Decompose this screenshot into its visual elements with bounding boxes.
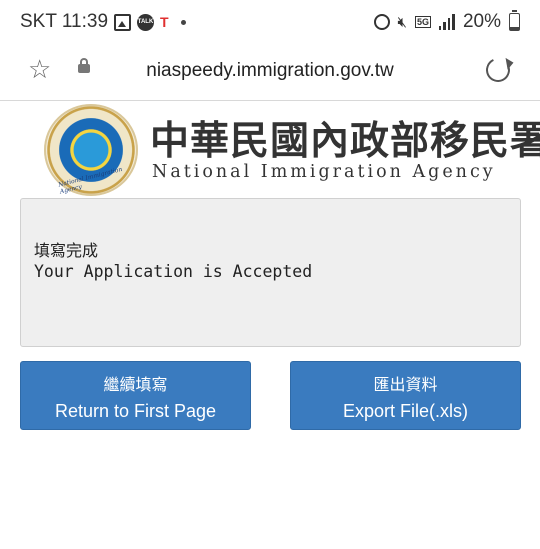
status-right: 🔇︎ 5G 20% — [373, 10, 520, 33]
export-button-label-zh: 匯出資料 — [373, 375, 438, 394]
battery-icon — [509, 10, 520, 31]
more-notifications-icon — [180, 19, 186, 25]
signal-icon — [438, 14, 455, 30]
agency-title-zh: 中華民國內政部移民署 — [150, 118, 540, 164]
gallery-icon — [114, 13, 132, 31]
agency-title-en: National Immigration Agency — [152, 162, 496, 182]
status-bar: SKT 11:39 TALK T 🔇︎ 5G 20% — [0, 0, 540, 44]
alarm-icon — [373, 14, 390, 30]
return-first-page-button[interactable]: 繼續填寫 Return to First Page — [20, 361, 251, 430]
result-message-en: Your Application is Accepted — [34, 262, 313, 281]
export-file-button[interactable]: 匯出資料 Export File(.xls) — [290, 361, 521, 430]
emblem-text: National Immigration Agency — [57, 165, 124, 196]
carrier-time: SKT 11:39 — [20, 11, 109, 32]
agency-header: National Immigration Agency 中華民國內政部移民署 N… — [44, 104, 540, 196]
return-button-label-zh: 繼續填寫 — [103, 375, 168, 394]
mute-icon: 🔇︎ — [397, 13, 407, 31]
battery-level: 20% — [462, 11, 501, 32]
address-bar: ☆ niaspeedy.immigration.gov.tw — [0, 44, 540, 101]
result-message-zh: 填寫完成 — [34, 241, 99, 260]
export-button-label-en: Export File(.xls) — [342, 401, 468, 421]
status-left: SKT 11:39 TALK T — [20, 11, 186, 33]
result-panel: 填寫完成 Your Application is Accepted — [20, 198, 521, 347]
network-icon: 5G — [414, 16, 431, 28]
agency-emblem: National Immigration Agency — [44, 104, 138, 196]
talk-icon: TALK — [137, 13, 155, 31]
notification-icon: T — [160, 13, 169, 30]
return-button-label-en: Return to First Page — [54, 401, 217, 421]
url-text[interactable]: niaspeedy.immigration.gov.tw — [0, 60, 540, 82]
